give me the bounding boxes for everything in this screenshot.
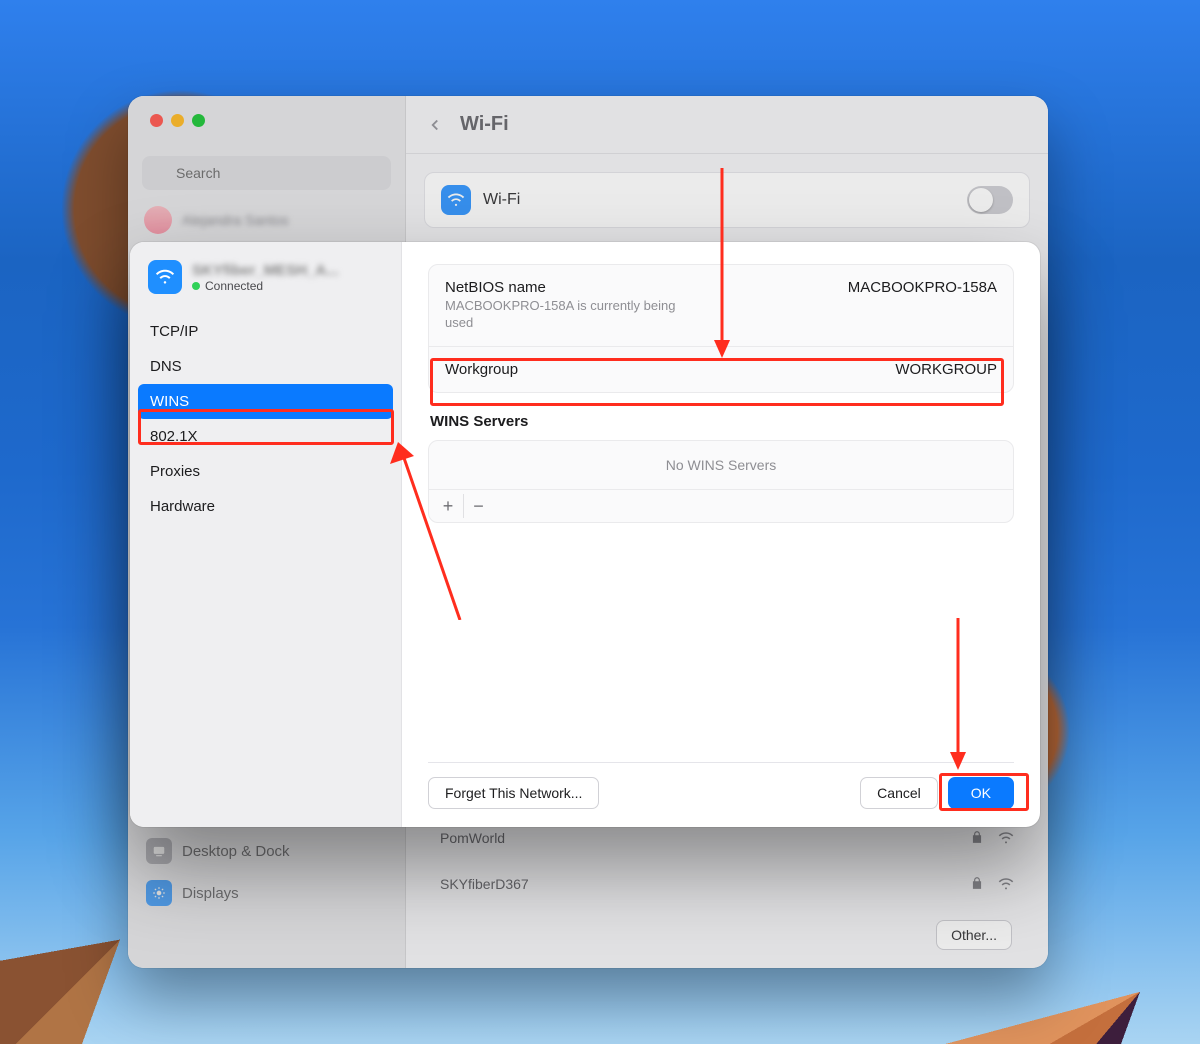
status-dot-icon bbox=[192, 282, 200, 290]
tab-wins[interactable]: WINS bbox=[138, 384, 393, 419]
forget-network-button[interactable]: Forget This Network... bbox=[428, 777, 599, 809]
close-window-icon[interactable] bbox=[150, 114, 163, 127]
wifi-signal-icon bbox=[998, 830, 1014, 846]
tab-tcpip[interactable]: TCP/IP bbox=[138, 314, 393, 349]
wifi-label: Wi-Fi bbox=[483, 191, 520, 209]
back-icon[interactable] bbox=[426, 116, 444, 134]
page-title: Wi-Fi bbox=[460, 113, 509, 136]
wifi-signal-icon bbox=[998, 876, 1014, 892]
minimize-window-icon[interactable] bbox=[171, 114, 184, 127]
network-name: SKYfiber_MESH_A... bbox=[192, 262, 339, 279]
window-traffic-lights[interactable] bbox=[128, 96, 405, 136]
network-row[interactable]: SKYfiberD367 bbox=[424, 866, 1030, 902]
wifi-card: Wi-Fi bbox=[424, 172, 1030, 228]
other-networks-button[interactable]: Other... bbox=[936, 920, 1012, 950]
wins-servers-card: No WINS Servers + − bbox=[428, 440, 1014, 523]
connection-status: Connected bbox=[192, 279, 339, 293]
netbios-sub: MACBOOKPRO-158A is currently being used bbox=[445, 298, 705, 332]
netbios-label: NetBIOS name bbox=[445, 279, 836, 296]
sidebar-item-desktop-dock[interactable]: Desktop & Dock bbox=[138, 830, 395, 872]
account-name: Alejandra Santos bbox=[182, 212, 289, 228]
netbios-card: NetBIOS name MACBOOKPRO-158A is currentl… bbox=[428, 264, 1014, 393]
remove-wins-server-button[interactable]: − bbox=[463, 494, 493, 518]
lock-icon bbox=[970, 830, 984, 844]
search-input[interactable] bbox=[142, 156, 391, 190]
workgroup-label: Workgroup bbox=[445, 361, 883, 378]
workgroup-value[interactable]: WORKGROUP bbox=[895, 361, 997, 378]
sheet-sidebar: SKYfiber_MESH_A... Connected TCP/IPDNSWI… bbox=[130, 242, 402, 827]
tab-proxies[interactable]: Proxies bbox=[138, 454, 393, 489]
ok-button[interactable]: OK bbox=[948, 777, 1014, 809]
wins-empty-text: No WINS Servers bbox=[429, 441, 1013, 490]
cancel-button[interactable]: Cancel bbox=[860, 777, 938, 809]
brightness-icon bbox=[146, 880, 172, 906]
sidebar-item-displays[interactable]: Displays bbox=[138, 872, 395, 914]
tab-hardware[interactable]: Hardware bbox=[138, 489, 393, 524]
add-wins-server-button[interactable]: + bbox=[433, 494, 463, 518]
wifi-icon bbox=[441, 185, 471, 215]
network-settings-sheet: SKYfiber_MESH_A... Connected TCP/IPDNSWI… bbox=[130, 242, 1040, 827]
wifi-icon bbox=[148, 260, 182, 294]
wifi-toggle[interactable] bbox=[967, 186, 1013, 214]
workgroup-row[interactable]: Workgroup WORKGROUP bbox=[429, 346, 1013, 392]
network-name: PomWorld bbox=[440, 830, 505, 846]
account-row[interactable]: Alejandra Santos bbox=[128, 198, 405, 242]
sidebar-item-label: Displays bbox=[182, 885, 239, 902]
dock-icon bbox=[146, 838, 172, 864]
wins-servers-heading: WINS Servers bbox=[430, 413, 1012, 430]
avatar bbox=[144, 206, 172, 234]
fullscreen-window-icon[interactable] bbox=[192, 114, 205, 127]
tab-dns[interactable]: DNS bbox=[138, 349, 393, 384]
sidebar-item-label: Desktop & Dock bbox=[182, 843, 290, 860]
tab-8021x[interactable]: 802.1X bbox=[138, 419, 393, 454]
sheet-main: NetBIOS name MACBOOKPRO-158A is currentl… bbox=[402, 242, 1040, 827]
header: Wi-Fi bbox=[406, 96, 1048, 154]
netbios-value[interactable]: MACBOOKPRO-158A bbox=[848, 279, 997, 296]
lock-icon bbox=[970, 876, 984, 890]
network-name: SKYfiberD367 bbox=[440, 876, 529, 892]
sheet-footer: Forget This Network... Cancel OK bbox=[428, 762, 1014, 827]
